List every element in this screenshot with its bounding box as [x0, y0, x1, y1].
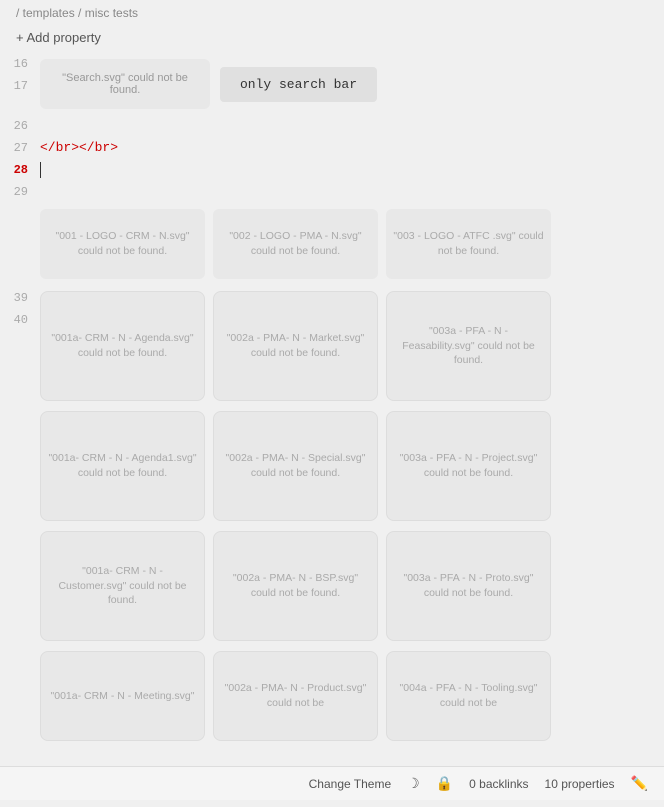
line-39-40-area: 39 40 "001a- CRM - N - Agenda.svg" could… [0, 287, 664, 747]
line-16-17-area: 16 17 "Search.svg" could not be found. o… [0, 53, 664, 115]
line-28-content[interactable] [40, 159, 664, 181]
line-26-area: 26 [0, 115, 664, 137]
line-number-26: 26 [0, 115, 28, 137]
card-004a-tooling: "004a - PFA - N - Tooling.svg" could not… [386, 651, 551, 741]
card-grid-row-4: "001a- CRM - N - Meeting.svg" "002a - PM… [40, 647, 664, 747]
moon-icon[interactable]: ☽ [407, 775, 420, 792]
logo-003-card: "003 - LOGO - ATFC .svg" could not be fo… [386, 209, 551, 279]
card-001a-meeting-label: "001a- CRM - N - Meeting.svg" [51, 689, 195, 704]
line-29-content [40, 181, 664, 203]
logo-row-area: 00 "001 - LOGO - CRM - N.svg" could not … [0, 203, 664, 287]
card-001a-meeting: "001a- CRM - N - Meeting.svg" [40, 651, 205, 741]
card-001a-agenda: "001a- CRM - N - Agenda.svg" could not b… [40, 291, 205, 401]
card-003a-project: "003a - PFA - N - Project.svg" could not… [386, 411, 551, 521]
br-tag: </br></br> [40, 137, 118, 159]
search-bar-label: only search bar [240, 77, 357, 92]
card-003a-feasibility: "003a - PFA - N - Feasability.svg" could… [386, 291, 551, 401]
card-002a-market-label: "002a - PMA- N - Market.svg" could not b… [220, 331, 371, 360]
text-cursor [40, 162, 41, 178]
line-numbers-29: 29 [0, 181, 40, 203]
logo-002-label: "002 - LOGO - PMA - N.svg" could not be … [219, 229, 372, 258]
line-numbers-logo: 00 [0, 203, 40, 287]
card-002a-bsp-label: "002a - PMA- N - BSP.svg" could not be f… [220, 571, 371, 600]
line-number-29: 29 [0, 181, 28, 203]
line-29-area: 29 [0, 181, 664, 203]
card-003a-proto-label: "003a - PFA - N - Proto.svg" could not b… [393, 571, 544, 600]
logo-002-card: "002 - LOGO - PMA - N.svg" could not be … [213, 209, 378, 279]
card-002a-bsp: "002a - PMA- N - BSP.svg" could not be f… [213, 531, 378, 641]
card-003a-proto: "003a - PFA - N - Proto.svg" could not b… [386, 531, 551, 641]
add-property-button[interactable]: + Add property [0, 26, 664, 53]
lock-icon[interactable]: 🔒 [436, 775, 453, 792]
line-28-area: 28 [0, 159, 664, 181]
card-002a-special: "002a - PMA- N - Special.svg" could not … [213, 411, 378, 521]
search-svg-label: "Search.svg" could not be found. [48, 72, 202, 96]
edit-icon[interactable]: ✏️ [631, 775, 648, 792]
logo-grid-row: "001 - LOGO - CRM - N.svg" could not be … [40, 203, 664, 287]
line-16-17-content: "Search.svg" could not be found. only se… [40, 53, 664, 115]
line-number-17: 17 [0, 75, 28, 97]
logo-row-content: "001 - LOGO - CRM - N.svg" could not be … [40, 203, 664, 287]
logo-001-label: "001 - LOGO - CRM - N.svg" could not be … [46, 229, 199, 258]
line-number-27: 27 [0, 137, 28, 159]
card-001a-agenda-label: "001a- CRM - N - Agenda.svg" could not b… [47, 331, 198, 360]
properties-count[interactable]: 10 properties [545, 777, 615, 791]
backlinks-count[interactable]: 0 backlinks [469, 777, 528, 791]
line-numbers-28: 28 [0, 159, 40, 181]
add-property-label: + Add property [16, 30, 101, 45]
line-numbers-26: 26 [0, 115, 40, 137]
logo-001-card: "001 - LOGO - CRM - N.svg" could not be … [40, 209, 205, 279]
breadcrumb: / templates / misc tests [0, 0, 664, 26]
search-row: "Search.svg" could not be found. only se… [40, 53, 664, 115]
card-002a-product: "002a - PMA- N - Product.svg" could not … [213, 651, 378, 741]
grid-cards-content: "001a- CRM - N - Agenda.svg" could not b… [40, 287, 664, 747]
card-002a-special-label: "002a - PMA- N - Special.svg" could not … [220, 451, 371, 480]
line-numbers-27: 27 [0, 137, 40, 159]
card-grid-row-2: "001a- CRM - N - Agenda1.svg" could not … [40, 407, 664, 527]
card-003a-project-label: "003a - PFA - N - Project.svg" could not… [393, 451, 544, 480]
search-svg-card: "Search.svg" could not be found. [40, 59, 210, 109]
search-bar-card: only search bar [220, 67, 377, 102]
line-26-content [40, 115, 664, 137]
card-001a-customer: "001a- CRM - N - Customer.svg" could not… [40, 531, 205, 641]
main-content: 16 17 "Search.svg" could not be found. o… [0, 53, 664, 807]
line-number-28: 28 [0, 159, 28, 181]
card-002a-product-label: "002a - PMA- N - Product.svg" could not … [220, 681, 371, 710]
line-numbers-16-17: 16 17 [0, 53, 40, 115]
line-number-39: 39 [0, 287, 28, 309]
card-001a-agenda1: "001a- CRM - N - Agenda1.svg" could not … [40, 411, 205, 521]
bottom-bar: Change Theme ☽ 🔒 0 backlinks 10 properti… [0, 766, 664, 800]
line-number-40: 40 [0, 309, 28, 331]
line-numbers-39-40: 39 40 [0, 287, 40, 747]
card-001a-customer-label: "001a- CRM - N - Customer.svg" could not… [47, 564, 198, 608]
card-004a-tooling-label: "004a - PFA - N - Tooling.svg" could not… [393, 681, 544, 710]
logo-003-label: "003 - LOGO - ATFC .svg" could not be fo… [392, 229, 545, 258]
card-001a-agenda1-label: "001a- CRM - N - Agenda1.svg" could not … [47, 451, 198, 480]
card-003a-feasibility-label: "003a - PFA - N - Feasability.svg" could… [393, 324, 544, 368]
breadcrumb-text: / templates / misc tests [16, 6, 138, 20]
card-grid-row-1: "001a- CRM - N - Agenda.svg" could not b… [40, 287, 664, 407]
card-grid-row-3: "001a- CRM - N - Customer.svg" could not… [40, 527, 664, 647]
line-27-area: 27 </br></br> [0, 137, 664, 159]
change-theme-button[interactable]: Change Theme [309, 777, 392, 791]
line-27-content: </br></br> [40, 137, 664, 159]
line-number-16: 16 [0, 53, 28, 75]
card-002a-market: "002a - PMA- N - Market.svg" could not b… [213, 291, 378, 401]
